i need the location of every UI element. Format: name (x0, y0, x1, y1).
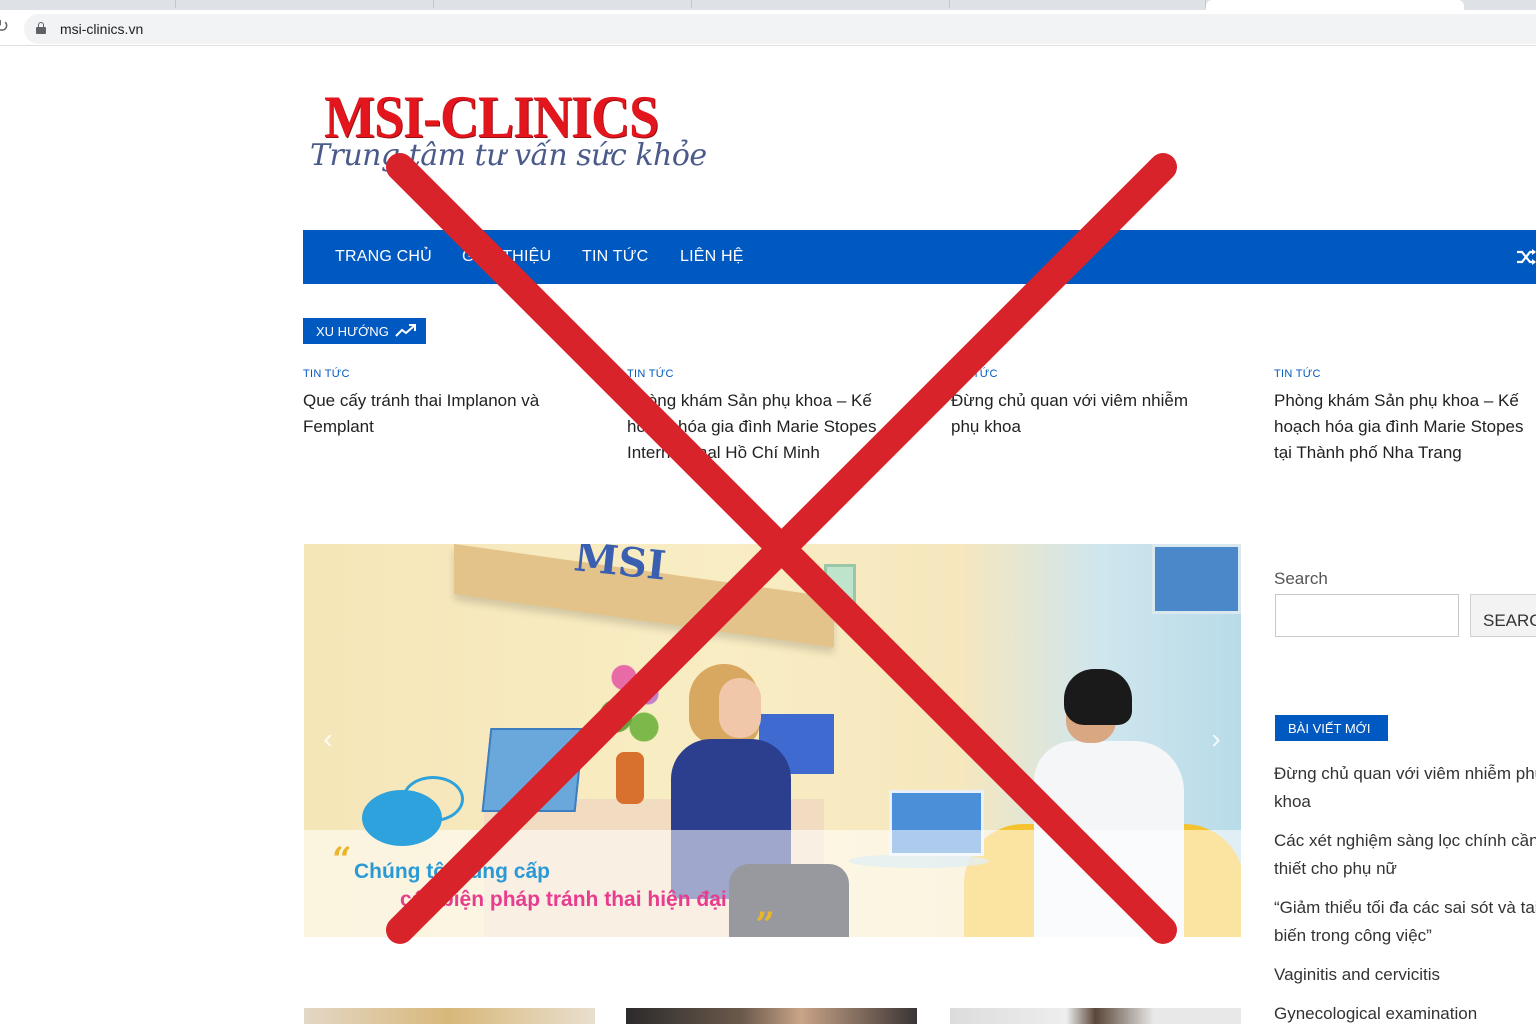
speech-bubble-icon (362, 790, 442, 846)
lock-icon[interactable] (36, 22, 46, 34)
browser-tab[interactable] (950, 0, 1206, 8)
quote-open-mark: “ (332, 840, 352, 880)
recent-posts-list: Đừng chủ quan với viêm nhiễm phụ khoa Cá… (1274, 760, 1536, 1024)
browser-tab-active[interactable] (1206, 0, 1464, 10)
trending-badge: XU HƯỚNG (303, 318, 426, 344)
trending-item[interactable]: TIN TỨC Que cấy tránh thai Implanon và F… (303, 368, 573, 440)
nav-item-contact[interactable]: LIÊN HỆ (680, 248, 744, 266)
search-button[interactable]: SEARCH (1470, 594, 1536, 637)
trending-category[interactable]: TIN TỨC (303, 368, 573, 380)
main-nav: TRANG CHỦ GIỚI THIỆU TIN TỨC LIÊN HỆ (303, 230, 1536, 284)
slider-prev-arrow-icon[interactable]: ‹ (316, 724, 340, 754)
trending-item[interactable]: TIN TỨC Phòng khám Sản phụ khoa – Kế hoạ… (1274, 368, 1536, 466)
nav-item-home[interactable]: TRANG CHỦ (335, 248, 432, 266)
recent-post-link[interactable]: “Giảm thiểu tối đa các sai sót và tai bi… (1274, 894, 1536, 950)
logo-tagline: Trung tâm tư vấn sức khỏe (310, 138, 707, 173)
slide-frame (824, 564, 856, 604)
trending-category[interactable]: TIN TỨC (1274, 368, 1536, 380)
trending-title[interactable]: Que cấy tránh thai Implanon và Femplant (303, 388, 573, 440)
slide-calendar (481, 728, 585, 812)
search-input[interactable] (1275, 594, 1459, 637)
browser-tab[interactable] (434, 0, 692, 8)
browser-tab-strip (0, 0, 1536, 10)
trending-item[interactable]: TIN TỨC Đừng chủ quan với viêm nhiễm phụ… (951, 368, 1221, 440)
recent-post-link[interactable]: Các xét nghiệm sàng lọc chính cần thiết … (1274, 827, 1536, 883)
slide-caption-line1: Chúng tôi cung cấp (354, 860, 550, 883)
address-bar[interactable]: msi-clinics.vn (24, 14, 1536, 44)
trending-title[interactable]: Phòng khám Sản phụ khoa – Kế hoạch hóa g… (1274, 388, 1536, 466)
recent-post-link[interactable]: Đừng chủ quan với viêm nhiễm phụ khoa (1274, 760, 1536, 816)
nav-item-about[interactable]: GIỚI THIỆU (462, 248, 551, 266)
trending-category[interactable]: TIN TỨC (627, 368, 897, 380)
hero-slider[interactable]: MSI “ Chúng tôi cung cấp các biện pháp t… (304, 544, 1241, 937)
slide-poster (1152, 544, 1241, 614)
search-label: Search (1274, 569, 1328, 588)
browser-tab[interactable] (692, 0, 950, 8)
browser-tab[interactable] (176, 0, 434, 8)
trending-badge-label: XU HƯỚNG (316, 324, 389, 339)
nav-item-news[interactable]: TIN TỨC (582, 248, 648, 266)
browser-tab[interactable] (0, 0, 176, 8)
trending-title[interactable]: Phòng khám Sản phụ khoa – Kế hoạch hóa g… (627, 388, 897, 466)
post-thumbnail[interactable] (626, 1008, 917, 1024)
slider-next-arrow-icon[interactable]: › (1204, 724, 1228, 754)
post-thumbnail[interactable] (950, 1008, 1241, 1024)
slide-vase (616, 752, 644, 804)
quote-close-mark: „ (756, 886, 776, 926)
browser-toolbar: ↻ msi-clinics.vn (0, 10, 1536, 46)
slide-caption-line2: các biện pháp tránh thai hiện đại (400, 888, 727, 911)
post-thumbnail[interactable] (304, 1008, 595, 1024)
trending-title[interactable]: Đừng chủ quan với viêm nhiễm phụ khoa (951, 388, 1221, 440)
reload-icon[interactable]: ↻ (0, 16, 14, 38)
recent-post-link[interactable]: Vaginitis and cervicitis (1274, 961, 1536, 989)
recent-posts-badge: BÀI VIẾT MỚI (1275, 715, 1388, 741)
url-text[interactable]: msi-clinics.vn (60, 21, 143, 37)
site-logo[interactable]: MSI-CLINICS Trung tâm tư vấn sức khỏe (310, 82, 707, 182)
trending-category[interactable]: TIN TỨC (951, 368, 1221, 380)
recent-post-link[interactable]: Gynecological examination (1274, 1000, 1536, 1024)
shuffle-icon[interactable] (1515, 246, 1536, 268)
trending-up-icon (395, 324, 416, 337)
trending-item[interactable]: TIN TỨC Phòng khám Sản phụ khoa – Kế hoạ… (627, 368, 897, 466)
